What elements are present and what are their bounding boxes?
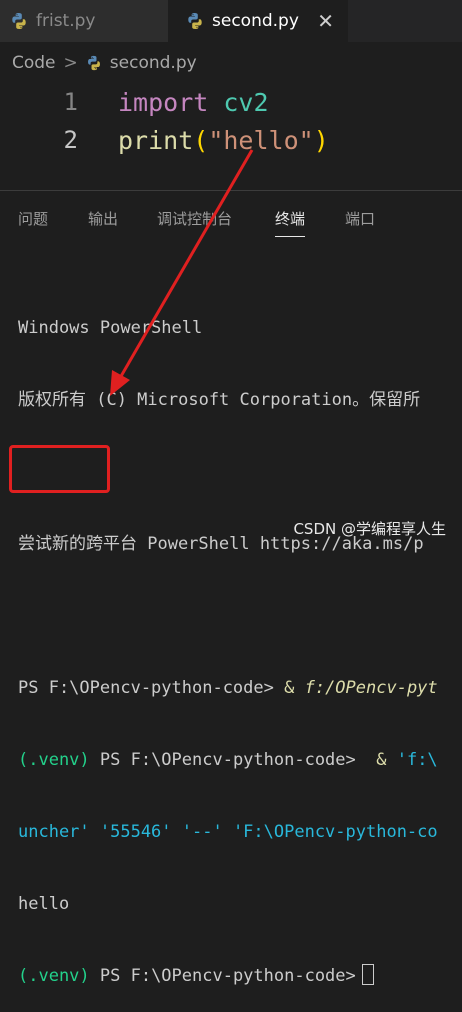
terminal-prompt: PS F:\OPencv-python-code>: [89, 750, 356, 770]
terminal-cursor: [361, 964, 374, 985]
terminal-path: f:/OPencv-pyt: [304, 678, 438, 698]
terminal-string: 'f:\: [396, 750, 438, 770]
venv-badge: (.venv): [18, 966, 90, 986]
terminal-line: PS F:\OPencv-python-code> & f:/OPencv-py…: [18, 676, 462, 700]
terminal-line: (.venv) PS F:\OPencv-python-code>: [18, 964, 462, 988]
terminal-operator: &: [355, 750, 397, 770]
terminal-string: uncher' '55546' '--': [18, 822, 233, 842]
terminal-string: 'F:\OPencv-python-co: [232, 822, 438, 842]
terminal-operator: &: [273, 678, 305, 698]
terminal-prompt: PS F:\OPencv-python-code>: [18, 678, 274, 698]
terminal-line: (.venv) PS F:\OPencv-python-code> & 'f:\: [18, 748, 462, 772]
terminal-line: uncher' '55546' '--' 'F:\OPencv-python-c…: [18, 820, 462, 844]
annotation-highlight-box: [9, 445, 110, 493]
venv-badge: (.venv): [18, 750, 90, 770]
arrow-head: [110, 370, 130, 396]
terminal-line: hello: [18, 892, 462, 916]
program-output: hello: [18, 894, 70, 914]
watermark: CSDN @学编程享人生: [293, 520, 446, 538]
arrow-shaft: [118, 149, 254, 379]
terminal-prompt: PS F:\OPencv-python-code>: [89, 966, 356, 986]
